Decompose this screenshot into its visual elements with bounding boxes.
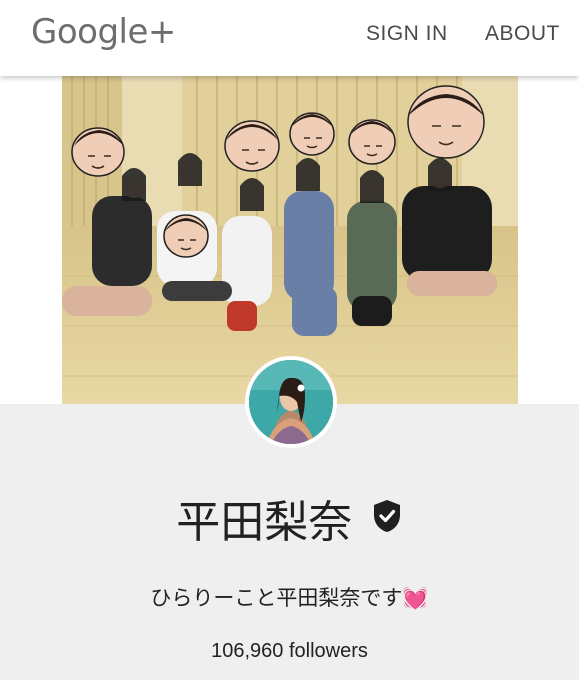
profile-tagline: ひらりーこと平田梨奈です💓 [0,582,579,612]
profile-name: 平田梨奈 [176,497,353,548]
about-link[interactable]: ABOUT [485,22,560,46]
cover-photo [62,76,518,404]
sign-in-link[interactable]: SIGN IN [366,22,448,46]
top-bar: Google+ SIGN IN ABOUT [0,0,579,76]
profile-name-row: 平田梨奈 [0,486,579,550]
heart-emoji-icon: 💓 [402,586,429,610]
verified-check-icon [371,498,403,539]
followers-count: 106,960 followers [211,640,368,662]
profile-avatar[interactable] [245,356,337,448]
tagline-text: ひらりーこと平田梨奈です [150,586,403,610]
google-plus-logo[interactable]: Google+ [31,12,176,52]
